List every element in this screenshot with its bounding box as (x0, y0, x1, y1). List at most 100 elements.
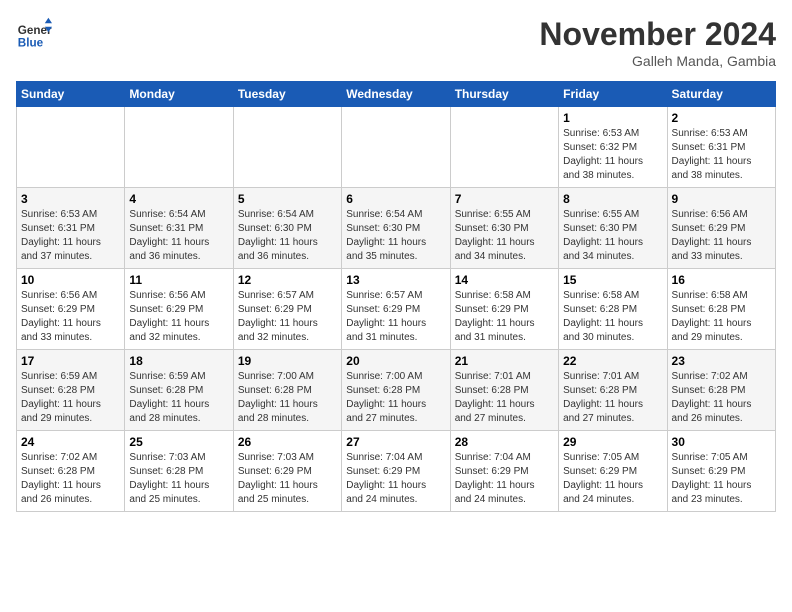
day-detail: Sunrise: 6:55 AM Sunset: 6:30 PM Dayligh… (563, 208, 662, 264)
day-number: 9 (672, 192, 771, 206)
calendar-cell (342, 107, 450, 188)
calendar-cell: 17Sunrise: 6:59 AM Sunset: 6:28 PM Dayli… (17, 350, 125, 431)
logo-icon: General Blue (16, 16, 52, 52)
day-number: 26 (238, 435, 337, 449)
day-number: 20 (346, 354, 445, 368)
day-number: 14 (455, 273, 554, 287)
day-detail: Sunrise: 6:56 AM Sunset: 6:29 PM Dayligh… (21, 289, 120, 345)
day-detail: Sunrise: 7:03 AM Sunset: 6:29 PM Dayligh… (238, 451, 337, 507)
day-detail: Sunrise: 6:53 AM Sunset: 6:32 PM Dayligh… (563, 127, 662, 183)
day-detail: Sunrise: 6:55 AM Sunset: 6:30 PM Dayligh… (455, 208, 554, 264)
day-number: 29 (563, 435, 662, 449)
calendar-cell: 6Sunrise: 6:54 AM Sunset: 6:30 PM Daylig… (342, 188, 450, 269)
day-detail: Sunrise: 7:04 AM Sunset: 6:29 PM Dayligh… (455, 451, 554, 507)
location-subtitle: Galleh Manda, Gambia (539, 53, 776, 69)
column-header-friday: Friday (559, 82, 667, 107)
calendar-cell (17, 107, 125, 188)
day-number: 8 (563, 192, 662, 206)
month-title: November 2024 (539, 16, 776, 53)
day-detail: Sunrise: 6:58 AM Sunset: 6:28 PM Dayligh… (672, 289, 771, 345)
day-detail: Sunrise: 7:04 AM Sunset: 6:29 PM Dayligh… (346, 451, 445, 507)
calendar-cell: 26 Sunrise: 7:03 AM Sunset: 6:29 PM Dayli… (233, 431, 341, 512)
day-detail: Sunrise: 7:01 AM Sunset: 6:28 PM Dayligh… (563, 370, 662, 426)
day-detail: Sunrise: 6:54 AM Sunset: 6:31 PM Dayligh… (129, 208, 228, 264)
logo: General Blue (16, 16, 52, 52)
day-detail: Sunrise: 6:56 AM Sunset: 6:29 PM Dayligh… (672, 208, 771, 264)
day-detail: Sunrise: 7:00 AM Sunset: 6:28 PM Dayligh… (238, 370, 337, 426)
calendar-cell: 21Sunrise: 7:01 AM Sunset: 6:28 PM Dayli… (450, 350, 558, 431)
calendar-cell: 18 Sunrise: 6:59 AM Sunset: 6:28 PM Dayli… (125, 350, 233, 431)
day-number: 28 (455, 435, 554, 449)
calendar-week-2: 3 Sunrise: 6:53 AM Sunset: 6:31 PM Daylig… (17, 188, 776, 269)
day-number: 24 (21, 435, 120, 449)
day-detail: Sunrise: 6:54 AM Sunset: 6:30 PM Dayligh… (346, 208, 445, 264)
calendar-cell: 20Sunrise: 7:00 AM Sunset: 6:28 PM Dayli… (342, 350, 450, 431)
day-detail: Sunrise: 6:53 AM Sunset: 6:31 PM Dayligh… (672, 127, 771, 183)
day-detail: Sunrise: 6:59 AM Sunset: 6:28 PM Dayligh… (129, 370, 228, 426)
calendar-cell (450, 107, 558, 188)
svg-text:General: General (18, 24, 52, 37)
calendar-cell: 3 Sunrise: 6:53 AM Sunset: 6:31 PM Daylig… (17, 188, 125, 269)
day-detail: Sunrise: 6:57 AM Sunset: 6:29 PM Dayligh… (238, 289, 337, 345)
calendar-cell: 12 Sunrise: 6:57 AM Sunset: 6:29 PM Dayli… (233, 269, 341, 350)
calendar-cell: 23 Sunrise: 7:02 AM Sunset: 6:28 PM Dayli… (667, 350, 775, 431)
day-number: 30 (672, 435, 771, 449)
calendar-cell (233, 107, 341, 188)
day-number: 25 (129, 435, 228, 449)
calendar-cell: 2 Sunrise: 6:53 AM Sunset: 6:31 PM Daylig… (667, 107, 775, 188)
day-number: 10 (21, 273, 120, 287)
day-number: 23 (672, 354, 771, 368)
day-number: 13 (346, 273, 445, 287)
calendar-cell: 22 Sunrise: 7:01 AM Sunset: 6:28 PM Dayli… (559, 350, 667, 431)
calendar-cell: 25Sunrise: 7:03 AM Sunset: 6:28 PM Dayli… (125, 431, 233, 512)
column-header-tuesday: Tuesday (233, 82, 341, 107)
calendar-header-row: SundayMondayTuesdayWednesdayThursdayFrid… (17, 82, 776, 107)
day-number: 7 (455, 192, 554, 206)
day-detail: Sunrise: 7:05 AM Sunset: 6:29 PM Dayligh… (563, 451, 662, 507)
day-number: 18 (129, 354, 228, 368)
calendar-week-3: 10 Sunrise: 6:56 AM Sunset: 6:29 PM Dayli… (17, 269, 776, 350)
calendar-cell (125, 107, 233, 188)
day-number: 16 (672, 273, 771, 287)
calendar-cell: 28 Sunrise: 7:04 AM Sunset: 6:29 PM Dayli… (450, 431, 558, 512)
calendar-cell: 27Sunrise: 7:04 AM Sunset: 6:29 PM Dayli… (342, 431, 450, 512)
day-number: 1 (563, 111, 662, 125)
day-number: 15 (563, 273, 662, 287)
day-number: 12 (238, 273, 337, 287)
calendar-table: SundayMondayTuesdayWednesdayThursdayFrid… (16, 81, 776, 512)
day-detail: Sunrise: 6:54 AM Sunset: 6:30 PM Dayligh… (238, 208, 337, 264)
svg-text:Blue: Blue (18, 37, 44, 50)
calendar-cell: 30 Sunrise: 7:05 AM Sunset: 6:29 PM Dayli… (667, 431, 775, 512)
calendar-cell: 24 Sunrise: 7:02 AM Sunset: 6:28 PM Dayli… (17, 431, 125, 512)
calendar-cell: 1 Sunrise: 6:53 AM Sunset: 6:32 PM Daylig… (559, 107, 667, 188)
day-detail: Sunrise: 7:05 AM Sunset: 6:29 PM Dayligh… (672, 451, 771, 507)
day-detail: Sunrise: 6:59 AM Sunset: 6:28 PM Dayligh… (21, 370, 120, 426)
column-header-saturday: Saturday (667, 82, 775, 107)
day-detail: Sunrise: 6:53 AM Sunset: 6:31 PM Dayligh… (21, 208, 120, 264)
calendar-cell: 5 Sunrise: 6:54 AM Sunset: 6:30 PM Daylig… (233, 188, 341, 269)
calendar-week-1: 1 Sunrise: 6:53 AM Sunset: 6:32 PM Daylig… (17, 107, 776, 188)
calendar-cell: 9 Sunrise: 6:56 AM Sunset: 6:29 PM Daylig… (667, 188, 775, 269)
calendar-cell: 15 Sunrise: 6:58 AM Sunset: 6:28 PM Dayli… (559, 269, 667, 350)
day-detail: Sunrise: 6:56 AM Sunset: 6:29 PM Dayligh… (129, 289, 228, 345)
day-detail: Sunrise: 7:02 AM Sunset: 6:28 PM Dayligh… (672, 370, 771, 426)
day-detail: Sunrise: 6:58 AM Sunset: 6:29 PM Dayligh… (455, 289, 554, 345)
day-number: 22 (563, 354, 662, 368)
calendar-cell: 4Sunrise: 6:54 AM Sunset: 6:31 PM Daylig… (125, 188, 233, 269)
day-number: 2 (672, 111, 771, 125)
day-number: 19 (238, 354, 337, 368)
calendar-week-4: 17Sunrise: 6:59 AM Sunset: 6:28 PM Dayli… (17, 350, 776, 431)
day-detail: Sunrise: 6:58 AM Sunset: 6:28 PM Dayligh… (563, 289, 662, 345)
day-detail: Sunrise: 7:02 AM Sunset: 6:28 PM Dayligh… (21, 451, 120, 507)
calendar-cell: 10 Sunrise: 6:56 AM Sunset: 6:29 PM Dayli… (17, 269, 125, 350)
column-header-monday: Monday (125, 82, 233, 107)
day-number: 3 (21, 192, 120, 206)
page-header: General Blue November 2024 Galleh Manda,… (16, 16, 776, 69)
day-number: 5 (238, 192, 337, 206)
day-number: 21 (455, 354, 554, 368)
column-header-sunday: Sunday (17, 82, 125, 107)
calendar-cell: 13Sunrise: 6:57 AM Sunset: 6:29 PM Dayli… (342, 269, 450, 350)
calendar-cell: 7 Sunrise: 6:55 AM Sunset: 6:30 PM Daylig… (450, 188, 558, 269)
title-block: November 2024 Galleh Manda, Gambia (539, 16, 776, 69)
calendar-cell: 11Sunrise: 6:56 AM Sunset: 6:29 PM Dayli… (125, 269, 233, 350)
